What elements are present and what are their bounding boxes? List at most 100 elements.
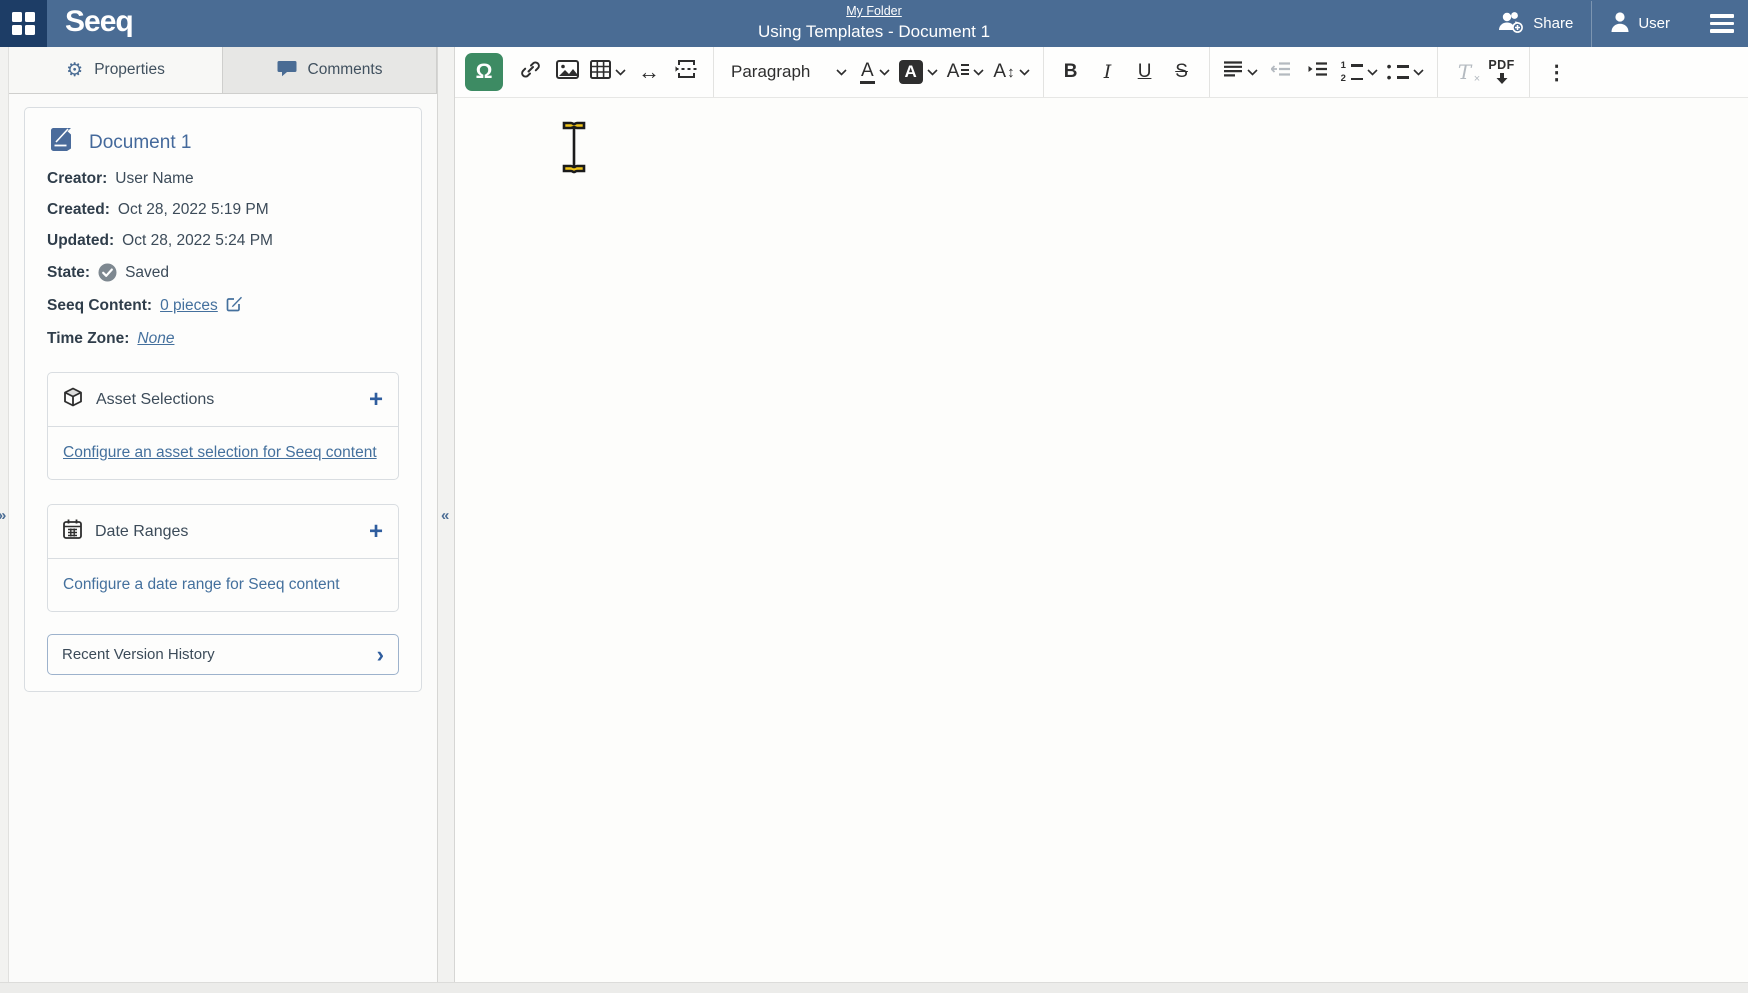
- toolbar-separator: [713, 47, 714, 97]
- state-label: State:: [47, 264, 90, 282]
- insert-horizontal-rule-button[interactable]: ↔: [631, 52, 667, 92]
- add-date-range-button[interactable]: +: [369, 522, 383, 541]
- bullet-list-icon: • •: [1387, 63, 1409, 81]
- insert-link-button[interactable]: [512, 52, 548, 92]
- created-value: Oct 28, 2022 5:19 PM: [118, 201, 269, 219]
- insert-seeq-content-button[interactable]: Ω: [465, 53, 503, 91]
- tab-properties-label: Properties: [94, 61, 165, 79]
- font-size-button[interactable]: A↕: [989, 52, 1033, 92]
- date-ranges-title: Date Ranges: [95, 523, 188, 541]
- sidebar-tabbar: ⚙ Properties Comments: [9, 47, 437, 94]
- seeq-content-pieces-link[interactable]: 0 pieces: [160, 297, 218, 315]
- document-editor-canvas[interactable]: [455, 98, 1748, 982]
- collapse-panel-icon[interactable]: «: [441, 507, 449, 524]
- font-color-button[interactable]: A: [856, 52, 894, 92]
- property-row-created: Created: Oct 28, 2022 5:19 PM: [47, 201, 399, 219]
- tab-comments-label: Comments: [308, 61, 383, 79]
- italic-button[interactable]: I: [1090, 52, 1126, 92]
- expand-panel-icon[interactable]: »: [0, 507, 6, 524]
- paragraph-style-select[interactable]: Paragraph: [723, 52, 855, 92]
- seeq-content-icon: Ω: [476, 60, 493, 84]
- strikethrough-button[interactable]: S: [1164, 52, 1200, 92]
- horizontal-rule-icon: ↔: [638, 59, 660, 85]
- share-icon: [1497, 11, 1525, 37]
- recent-version-history-button[interactable]: Recent Version History ›: [47, 634, 399, 675]
- toolbar-separator: [1043, 47, 1044, 97]
- add-asset-selection-button[interactable]: +: [369, 390, 383, 409]
- time-zone-label: Time Zone:: [47, 330, 129, 348]
- date-ranges-header: Date Ranges +: [48, 505, 398, 559]
- left-expand-rail[interactable]: »: [0, 47, 9, 982]
- user-icon: [1610, 11, 1630, 37]
- property-row-seeq-content: Seeq Content: 0 pieces: [47, 295, 399, 317]
- text-align-button[interactable]: [1219, 52, 1262, 92]
- ordered-list-button[interactable]: 1 2: [1337, 52, 1382, 92]
- document-header: Document 1: [47, 128, 399, 157]
- ordered-list-icon: 1 2: [1341, 61, 1363, 84]
- updated-value: Oct 28, 2022 5:24 PM: [122, 232, 273, 250]
- recent-version-history-label: Recent Version History: [62, 646, 215, 663]
- insert-image-button[interactable]: [549, 52, 585, 92]
- bold-button[interactable]: B: [1053, 52, 1089, 92]
- chevron-down-icon: [836, 69, 847, 76]
- font-family-button[interactable]: A: [943, 52, 989, 92]
- indent-button[interactable]: [1300, 52, 1336, 92]
- chevron-down-icon[interactable]: [1413, 69, 1424, 76]
- document-title: Document 1: [89, 132, 191, 154]
- tab-properties[interactable]: ⚙ Properties: [9, 47, 223, 93]
- chevron-down-icon[interactable]: [1019, 69, 1030, 76]
- highlight-color-button[interactable]: A: [895, 52, 942, 92]
- asset-selections-section: Asset Selections + Configure an asset se…: [47, 372, 399, 480]
- underline-button[interactable]: U: [1127, 52, 1163, 92]
- user-label: User: [1638, 15, 1670, 32]
- chevron-down-icon[interactable]: [927, 69, 938, 76]
- book-icon: [47, 128, 74, 157]
- document-properties-card: Document 1 Creator: User Name Created: O…: [24, 107, 422, 692]
- chevron-down-icon[interactable]: [1367, 69, 1378, 76]
- updated-label: Updated:: [47, 232, 114, 250]
- main-region: » ⚙ Properties Comments: [0, 47, 1748, 982]
- time-zone-link[interactable]: None: [137, 330, 174, 348]
- saved-check-icon: [98, 263, 117, 282]
- menu-button[interactable]: [1710, 14, 1734, 33]
- horizontal-scrollbar[interactable]: [0, 982, 1748, 993]
- chevron-down-icon[interactable]: [1247, 69, 1258, 76]
- state-value: Saved: [125, 264, 169, 282]
- user-button[interactable]: User: [1592, 11, 1688, 37]
- insert-table-button[interactable]: [586, 52, 630, 92]
- breadcrumb[interactable]: My Folder: [846, 4, 902, 18]
- font-color-icon: A: [860, 61, 875, 84]
- bullet-list-button[interactable]: • •: [1383, 52, 1428, 92]
- edit-icon[interactable]: [226, 295, 243, 317]
- paragraph-style-value: Paragraph: [731, 62, 810, 82]
- toolbar-separator: [1529, 47, 1530, 97]
- more-options-button[interactable]: ⋮: [1539, 52, 1575, 92]
- top-navbar: Seeq My Folder Using Templates - Documen…: [0, 0, 1748, 47]
- property-row-state: State: Saved: [47, 263, 399, 282]
- share-button[interactable]: Share: [1479, 11, 1591, 37]
- configure-date-range-link[interactable]: Configure a date range for Seeq content: [63, 576, 340, 593]
- tab-comments[interactable]: Comments: [223, 47, 437, 93]
- configure-asset-selection-link[interactable]: Configure an asset selection for Seeq co…: [63, 444, 377, 461]
- share-label: Share: [1533, 15, 1573, 32]
- chevron-down-icon[interactable]: [879, 69, 890, 76]
- seeq-content-label: Seeq Content:: [47, 297, 152, 315]
- navbar-right: Share User: [1479, 1, 1748, 47]
- page-break-icon: [675, 59, 698, 85]
- chevron-down-icon[interactable]: [615, 69, 626, 76]
- panel-resize-divider[interactable]: «: [437, 47, 455, 982]
- comment-icon: [277, 59, 297, 82]
- pdf-export-button[interactable]: PDF: [1484, 52, 1520, 92]
- chevron-right-icon: ›: [377, 647, 384, 662]
- insert-page-break-button[interactable]: [668, 52, 704, 92]
- indent-icon: [1308, 61, 1328, 83]
- clear-formatting-icon: T×: [1458, 60, 1471, 84]
- outdent-button: [1263, 52, 1299, 92]
- seeq-logo[interactable]: Seeq: [65, 7, 133, 41]
- properties-sidebar: ⚙ Properties Comments: [9, 47, 437, 982]
- apps-grid-button[interactable]: [0, 0, 47, 47]
- editor-toolbar: Ω: [455, 47, 1748, 98]
- chevron-down-icon[interactable]: [973, 69, 984, 76]
- pdf-export-icon: PDF: [1488, 59, 1515, 85]
- clear-formatting-button: T×: [1447, 52, 1483, 92]
